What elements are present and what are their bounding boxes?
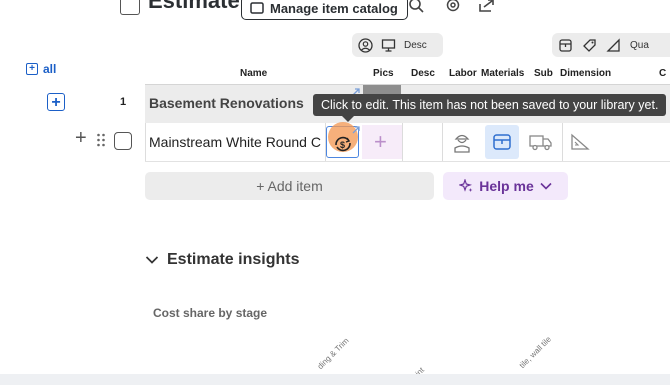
- user-icon[interactable]: [358, 37, 373, 53]
- expand-plus-icon: +: [26, 63, 38, 75]
- column-toggle-group-left: Desc: [352, 33, 443, 57]
- add-photo-icon[interactable]: +: [374, 129, 387, 155]
- manage-catalog-button[interactable]: Manage item catalog: [241, 0, 408, 20]
- col-header-sub: Sub: [534, 68, 553, 79]
- col-header-pics: Pics: [373, 68, 394, 79]
- stage-axis-label: int: [413, 365, 426, 374]
- drag-handle-icon[interactable]: [96, 133, 106, 147]
- svg-text:$: $: [340, 140, 345, 150]
- chevron-down-icon: [540, 182, 552, 190]
- labor-worker-icon[interactable]: [452, 131, 472, 153]
- cost-refresh-icon[interactable]: $: [332, 133, 354, 155]
- cell-divider: [402, 123, 403, 161]
- bottom-scroll-area: [0, 374, 670, 385]
- catalog-icon: [250, 2, 264, 14]
- insert-row-plus-icon[interactable]: +: [75, 127, 87, 150]
- desc-toggle-label[interactable]: Desc: [404, 40, 427, 51]
- sparkle-icon: [459, 179, 473, 192]
- row-checkbox[interactable]: [114, 132, 132, 150]
- col-header-dimension: Dimension: [560, 68, 612, 79]
- col-header-materials: Materials: [481, 68, 525, 79]
- cell-divider: [562, 123, 563, 161]
- page-title: Estimate: [148, 0, 240, 13]
- item-name[interactable]: Mainstream White Round C: [149, 134, 327, 150]
- insights-heading: Estimate insights: [167, 251, 300, 268]
- col-header-desc: Desc: [411, 68, 435, 79]
- col-header-name: Name: [240, 68, 268, 79]
- cost-share-label: Cost share by stage: [153, 306, 268, 320]
- add-subitem-button[interactable]: +: [47, 93, 65, 111]
- materials-toggle-icon[interactable]: [558, 38, 573, 53]
- export-icon[interactable]: [478, 0, 496, 14]
- tag-icon[interactable]: [582, 38, 597, 53]
- group-name[interactable]: Basement Renovations: [149, 95, 304, 111]
- settings-icon[interactable]: [444, 0, 462, 14]
- open-link-icon[interactable]: [350, 124, 362, 136]
- search-icon[interactable]: [408, 0, 426, 14]
- row-number: 1: [120, 96, 127, 108]
- tooltip-arrow: [342, 116, 354, 122]
- column-toggle-group-right: Qua: [552, 33, 670, 57]
- help-me-button[interactable]: Help me: [443, 172, 568, 200]
- cell-divider: [442, 123, 443, 161]
- select-all-toggle[interactable]: + all: [26, 62, 56, 76]
- stage-axis-label: ding & Trim: [315, 336, 351, 371]
- subcontractor-truck-icon[interactable]: [529, 133, 553, 151]
- col-header-labor: Labor: [449, 68, 477, 79]
- all-label: all: [43, 62, 57, 76]
- add-item-button[interactable]: + Add item: [145, 172, 434, 200]
- presentation-icon[interactable]: [381, 38, 396, 53]
- chevron-down-icon: [145, 256, 159, 264]
- help-me-label: Help me: [479, 178, 534, 194]
- tooltip: Click to edit. This item has not been sa…: [313, 94, 667, 116]
- dimension-icon[interactable]: [606, 37, 621, 53]
- col-header-cost: C: [659, 68, 667, 79]
- manage-catalog-label: Manage item catalog: [270, 0, 398, 16]
- estimate-insights-toggle[interactable]: Estimate insights: [145, 251, 299, 269]
- estimate-panel: Estimate Manage item catalog Desc Qua + …: [12, 0, 670, 374]
- stage-axis-label: tile, wall tile: [517, 334, 553, 370]
- qua-toggle-label[interactable]: Qua: [630, 40, 649, 51]
- materials-box-icon[interactable]: [492, 132, 512, 152]
- dimension-ruler-icon[interactable]: [570, 132, 592, 152]
- estimate-icon: [120, 0, 140, 15]
